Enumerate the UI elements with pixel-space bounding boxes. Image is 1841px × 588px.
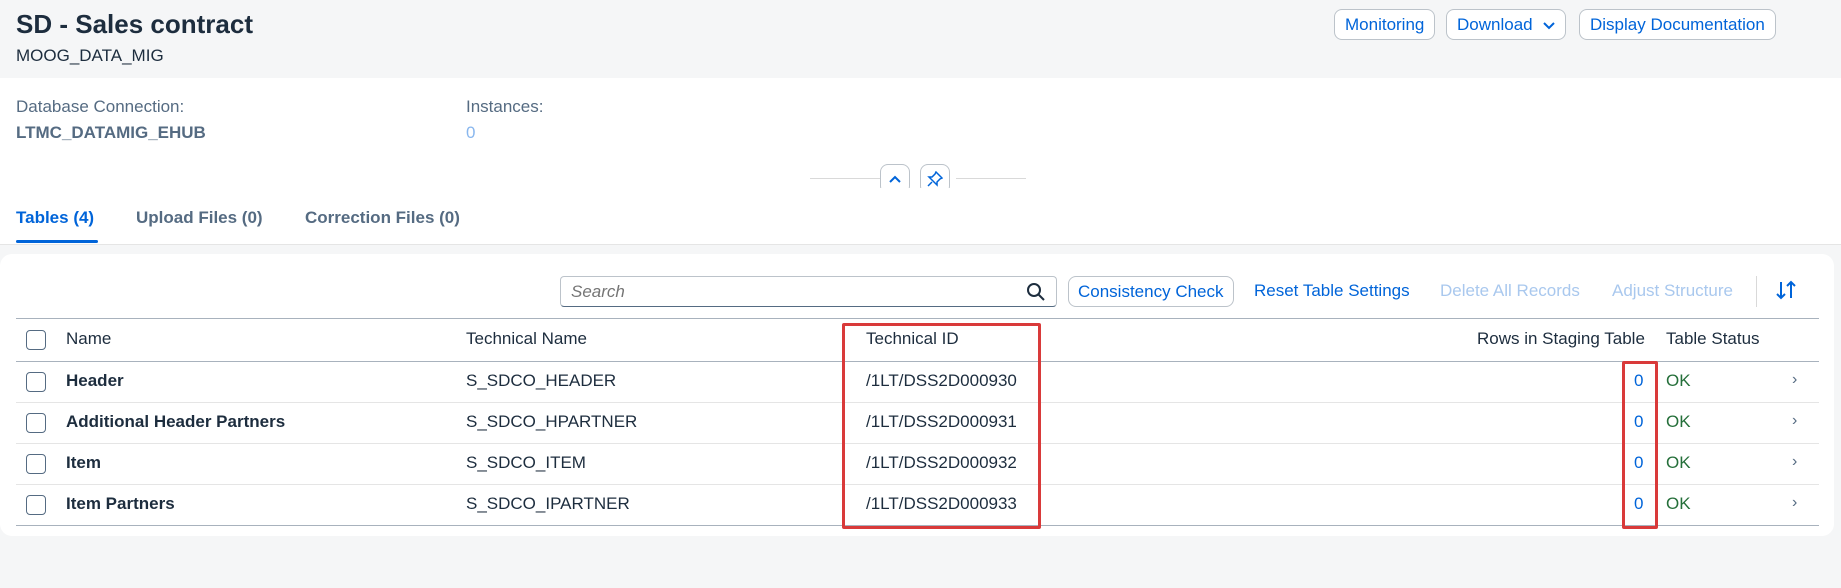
technical-id-highlight [842,323,1041,529]
search-input[interactable] [571,281,1011,303]
instances-value: 0 [466,123,476,142]
row-checkbox[interactable] [26,372,46,392]
row-checkbox[interactable] [26,495,46,515]
display-documentation-button[interactable]: Display Documentation [1579,9,1776,40]
tab-tables[interactable]: Tables (4) [16,208,94,228]
staging-rows-highlight [1622,361,1658,529]
toolbar-separator [1756,276,1757,307]
search-field[interactable] [560,276,1057,307]
column-header-table-status[interactable]: Table Status [1666,329,1760,349]
row-status: OK [1666,412,1691,431]
chevron-right-icon[interactable]: › [1792,371,1797,389]
db-connection-label: Database Connection: [16,97,185,116]
download-button-label: Download [1457,15,1533,34]
row-status: OK [1666,453,1691,472]
row-name: Additional Header Partners [66,412,286,431]
column-header-rows-in-staging[interactable]: Rows in Staging Table [1477,329,1645,349]
instances-label: Instances: [466,97,544,116]
sort-icon[interactable] [1774,278,1798,307]
row-checkbox[interactable] [26,454,46,474]
chevron-right-icon[interactable]: › [1792,453,1797,471]
chevron-right-icon[interactable]: › [1792,494,1797,512]
tab-correction-files[interactable]: Correction Files (0) [305,208,460,228]
row-technical-name: S_SDCO_HEADER [466,371,617,390]
monitoring-button[interactable]: Monitoring [1334,9,1436,40]
display-documentation-button-label: Display Documentation [1590,15,1765,34]
delete-all-records-button[interactable]: Delete All Records [1440,276,1580,307]
collapse-divider-left [810,178,880,179]
row-technical-name: S_SDCO_IPARTNER [466,494,630,513]
tab-bar: Tables (4) Upload Files (0) Correction F… [0,188,1841,245]
column-header-name[interactable]: Name [66,329,111,349]
object-page-header: SD - Sales contract MOOG_DATA_MIG Monito… [0,0,1841,78]
reset-table-settings-button[interactable]: Reset Table Settings [1254,276,1410,307]
column-header-technical-name[interactable]: Technical Name [466,329,587,349]
db-connection-value: LTMC_DATAMIG_EHUB [16,123,206,142]
table-top-border [16,318,1819,319]
row-name: Item Partners [66,494,175,513]
search-icon[interactable] [1026,282,1046,307]
active-tab-indicator [16,240,98,243]
row-status: OK [1666,371,1691,390]
download-button[interactable]: Download [1446,9,1567,40]
chevron-down-icon [1543,11,1556,40]
collapse-divider-right [956,178,1026,179]
page-title: SD - Sales contract [16,9,253,39]
row-checkbox[interactable] [26,413,46,433]
row-name: Item [66,453,101,472]
chevron-right-icon[interactable]: › [1792,412,1797,430]
adjust-structure-button[interactable]: Adjust Structure [1612,276,1733,307]
row-name: Header [66,371,124,390]
monitoring-button-label: Monitoring [1345,15,1425,34]
pin-icon [927,170,944,187]
tab-upload-files[interactable]: Upload Files (0) [136,208,263,228]
chevron-up-icon [889,170,901,187]
consistency-check-button[interactable]: Consistency Check [1068,276,1234,307]
row-status: OK [1666,494,1691,513]
row-technical-name: S_SDCO_HPARTNER [466,412,638,431]
row-technical-name: S_SDCO_ITEM [466,453,586,472]
page-subtitle: MOOG_DATA_MIG [16,46,164,65]
select-all-checkbox[interactable] [26,330,46,350]
